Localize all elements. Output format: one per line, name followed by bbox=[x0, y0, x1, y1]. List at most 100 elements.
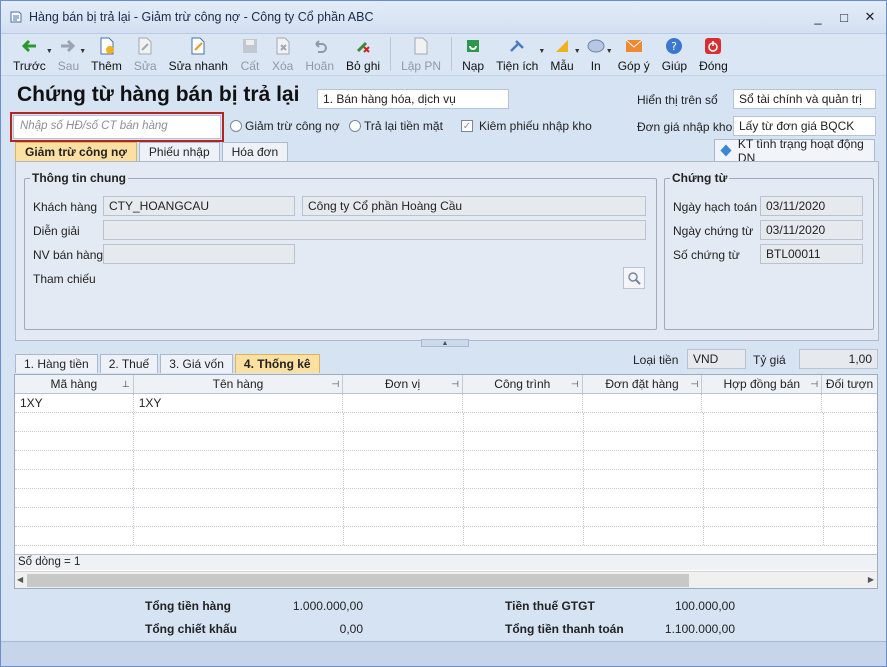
collapse-splitter[interactable]: ▲ bbox=[421, 339, 469, 347]
detail-tabs: 1. Hàng tiền 2. Thuế 3. Giá vốn 4. Thống… bbox=[15, 354, 322, 373]
next-button[interactable]: Sau ▼ bbox=[52, 34, 86, 74]
pin-icon: ⊣ bbox=[690, 379, 699, 389]
printer-icon bbox=[586, 36, 606, 56]
delete-button[interactable]: Xóa bbox=[266, 34, 299, 74]
cell-object[interactable] bbox=[822, 394, 877, 412]
cell-item-name[interactable]: 1XY bbox=[134, 394, 344, 412]
display-on-label: Hiển thị trên sổ bbox=[637, 93, 718, 107]
col-contract[interactable]: Hợp đồng bán ⊣ bbox=[702, 375, 823, 393]
col-object[interactable]: Đối tượn bbox=[822, 375, 877, 393]
invoice-search-input[interactable]: Nhập số HĐ/số CT bán hàng bbox=[13, 115, 221, 139]
undo-button[interactable]: Hoãn bbox=[299, 34, 340, 74]
display-on-select[interactable]: Sổ tài chính và quản trị bbox=[733, 89, 876, 109]
row-count: Số dòng = 1 bbox=[15, 554, 877, 570]
col-unit[interactable]: Đơn vị ⊣ bbox=[343, 375, 463, 393]
help-button[interactable]: ? Giúp bbox=[656, 34, 693, 74]
customer-name-field[interactable]: Công ty Cổ phần Hoàng Cầu bbox=[302, 196, 646, 216]
prev-button[interactable]: Trước ▼ bbox=[7, 34, 53, 74]
empty-row bbox=[15, 470, 877, 489]
tab-statistics[interactable]: 4. Thống kê bbox=[234, 354, 320, 373]
utilities-button[interactable]: Tiện ích ▼ bbox=[490, 34, 545, 74]
description-field[interactable] bbox=[103, 220, 646, 240]
cell-item-code[interactable]: 1XY bbox=[15, 394, 134, 412]
grid-header: Mã hàng ⊥ Tên hàng ⊣ Đơn vị ⊣ Công trình ⊣ Đ… bbox=[15, 375, 877, 394]
template-button[interactable]: Mẫu ▼ bbox=[544, 34, 581, 74]
empty-row bbox=[15, 508, 877, 527]
minimize-button[interactable]: _ bbox=[808, 7, 828, 27]
tab-invoice[interactable]: Hóa đơn bbox=[221, 142, 289, 161]
window-title: Hàng bán bị trả lại - Giảm trừ công nợ -… bbox=[29, 10, 374, 24]
pin-icon: ⊣ bbox=[331, 379, 340, 389]
col-item-name[interactable]: Tên hàng ⊣ bbox=[134, 375, 344, 393]
save-button[interactable]: Cất bbox=[234, 34, 266, 74]
kt-status-button[interactable]: KT tình trạng hoạt động DN bbox=[714, 137, 875, 165]
reload-icon bbox=[463, 36, 483, 56]
unit-price-select[interactable]: Lấy từ đơn giá BQCK bbox=[733, 116, 876, 136]
col-order[interactable]: Đơn đặt hàng ⊣ bbox=[583, 375, 703, 393]
feedback-button[interactable]: Góp ý bbox=[612, 34, 656, 74]
quick-edit-button[interactable]: Sửa nhanh bbox=[163, 34, 234, 74]
close-button[interactable]: Đóng bbox=[693, 34, 734, 74]
header-panel: Thông tin chung Khách hàng CTY_HOANGCAU … bbox=[15, 161, 879, 341]
tab-receipt[interactable]: Phiếu nhập bbox=[138, 142, 220, 161]
sales-staff-field[interactable] bbox=[103, 244, 295, 264]
horizontal-scrollbar[interactable]: ◀ ▶ bbox=[15, 571, 877, 588]
unpost-button[interactable]: Bỏ ghi bbox=[340, 34, 386, 74]
floppy-disk-icon bbox=[240, 36, 260, 56]
reduce-debt-radio[interactable]: Giảm trừ công nợ bbox=[230, 119, 340, 133]
table-row[interactable]: 1XY 1XY bbox=[15, 394, 877, 413]
cell-order[interactable] bbox=[583, 394, 703, 412]
cell-project[interactable] bbox=[463, 394, 583, 412]
status-strip bbox=[1, 641, 886, 666]
envelope-icon bbox=[624, 36, 644, 56]
col-project[interactable]: Công trình ⊣ bbox=[463, 375, 583, 393]
toolbar-separator bbox=[451, 37, 453, 71]
posting-date-field[interactable]: 03/11/2020 bbox=[760, 196, 863, 216]
refund-cash-radio[interactable]: Trả lại tiền mặt bbox=[349, 119, 443, 133]
undo-icon bbox=[310, 36, 330, 56]
close-window-button[interactable]: ✕ bbox=[860, 7, 880, 27]
voucher-title: Chứng từ bbox=[670, 171, 730, 185]
rate-label: Tỷ giá bbox=[753, 353, 786, 367]
reload-button[interactable]: Nạp bbox=[456, 34, 490, 74]
cell-contract[interactable] bbox=[702, 394, 823, 412]
unit-price-label: Đơn giá nhập kho bbox=[637, 120, 733, 134]
toolbar: Trước▼ Sau▼ Thêm Sửa Sửa nhanh Cất Xóa bbox=[1, 34, 886, 76]
create-pn-button[interactable]: Lập PN bbox=[395, 34, 447, 74]
svg-text:?: ? bbox=[671, 40, 677, 53]
title-bar: Hàng bán bị trả lại - Giảm trừ công nợ -… bbox=[1, 1, 886, 34]
general-info-group: Thông tin chung Khách hàng CTY_HOANGCAU … bbox=[24, 171, 657, 330]
detail-grid: Mã hàng ⊥ Tên hàng ⊣ Đơn vị ⊣ Công trình ⊣ Đ… bbox=[14, 374, 878, 589]
total-goods-label: Tổng tiền hàng bbox=[145, 599, 231, 613]
voucher-date-field[interactable]: 03/11/2020 bbox=[760, 220, 863, 240]
pin-icon: ⊥ bbox=[121, 379, 130, 389]
print-button[interactable]: In ▼ bbox=[580, 34, 613, 74]
voucher-type-select[interactable]: 1. Bán hàng hóa, dịch vụ bbox=[317, 89, 509, 109]
edit-button[interactable]: Sửa bbox=[128, 34, 163, 74]
total-payment-label: Tổng tiền thanh toán bbox=[505, 622, 624, 636]
template-icon bbox=[552, 36, 572, 56]
currency-field[interactable]: VND bbox=[687, 349, 746, 369]
total-discount-label: Tổng chiết khấu bbox=[145, 622, 238, 636]
voucher-no-field[interactable]: BTL00011 bbox=[760, 244, 863, 264]
tab-cost[interactable]: 3. Giá vốn bbox=[160, 354, 233, 373]
add-button[interactable]: Thêm bbox=[85, 34, 128, 74]
rate-field[interactable]: 1,00 bbox=[799, 349, 878, 369]
arrow-right-icon bbox=[58, 36, 78, 56]
edit-document-icon bbox=[135, 36, 155, 56]
toolbar-separator bbox=[390, 37, 392, 71]
maximize-button[interactable]: □ bbox=[834, 7, 854, 27]
tab-goods[interactable]: 1. Hàng tiền bbox=[15, 354, 98, 373]
cell-unit[interactable] bbox=[343, 394, 463, 412]
scroll-left-icon[interactable]: ◀ bbox=[17, 575, 23, 584]
warehouse-receipt-checkbox[interactable]: ✓ Kiêm phiếu nhập kho bbox=[461, 119, 592, 133]
tab-reduce-debt[interactable]: Giảm trừ công nợ bbox=[15, 142, 137, 161]
col-item-code[interactable]: Mã hàng ⊥ bbox=[15, 375, 134, 393]
customer-code-field[interactable]: CTY_HOANGCAU bbox=[103, 196, 295, 216]
tab-tax[interactable]: 2. Thuế bbox=[99, 354, 159, 373]
reference-search-button[interactable] bbox=[623, 267, 645, 289]
scroll-right-icon[interactable]: ▶ bbox=[868, 575, 874, 584]
total-goods-value: 1.000.000,00 bbox=[292, 599, 363, 613]
checkbox-icon: ✓ bbox=[461, 120, 473, 132]
scrollbar-thumb[interactable] bbox=[27, 574, 689, 587]
